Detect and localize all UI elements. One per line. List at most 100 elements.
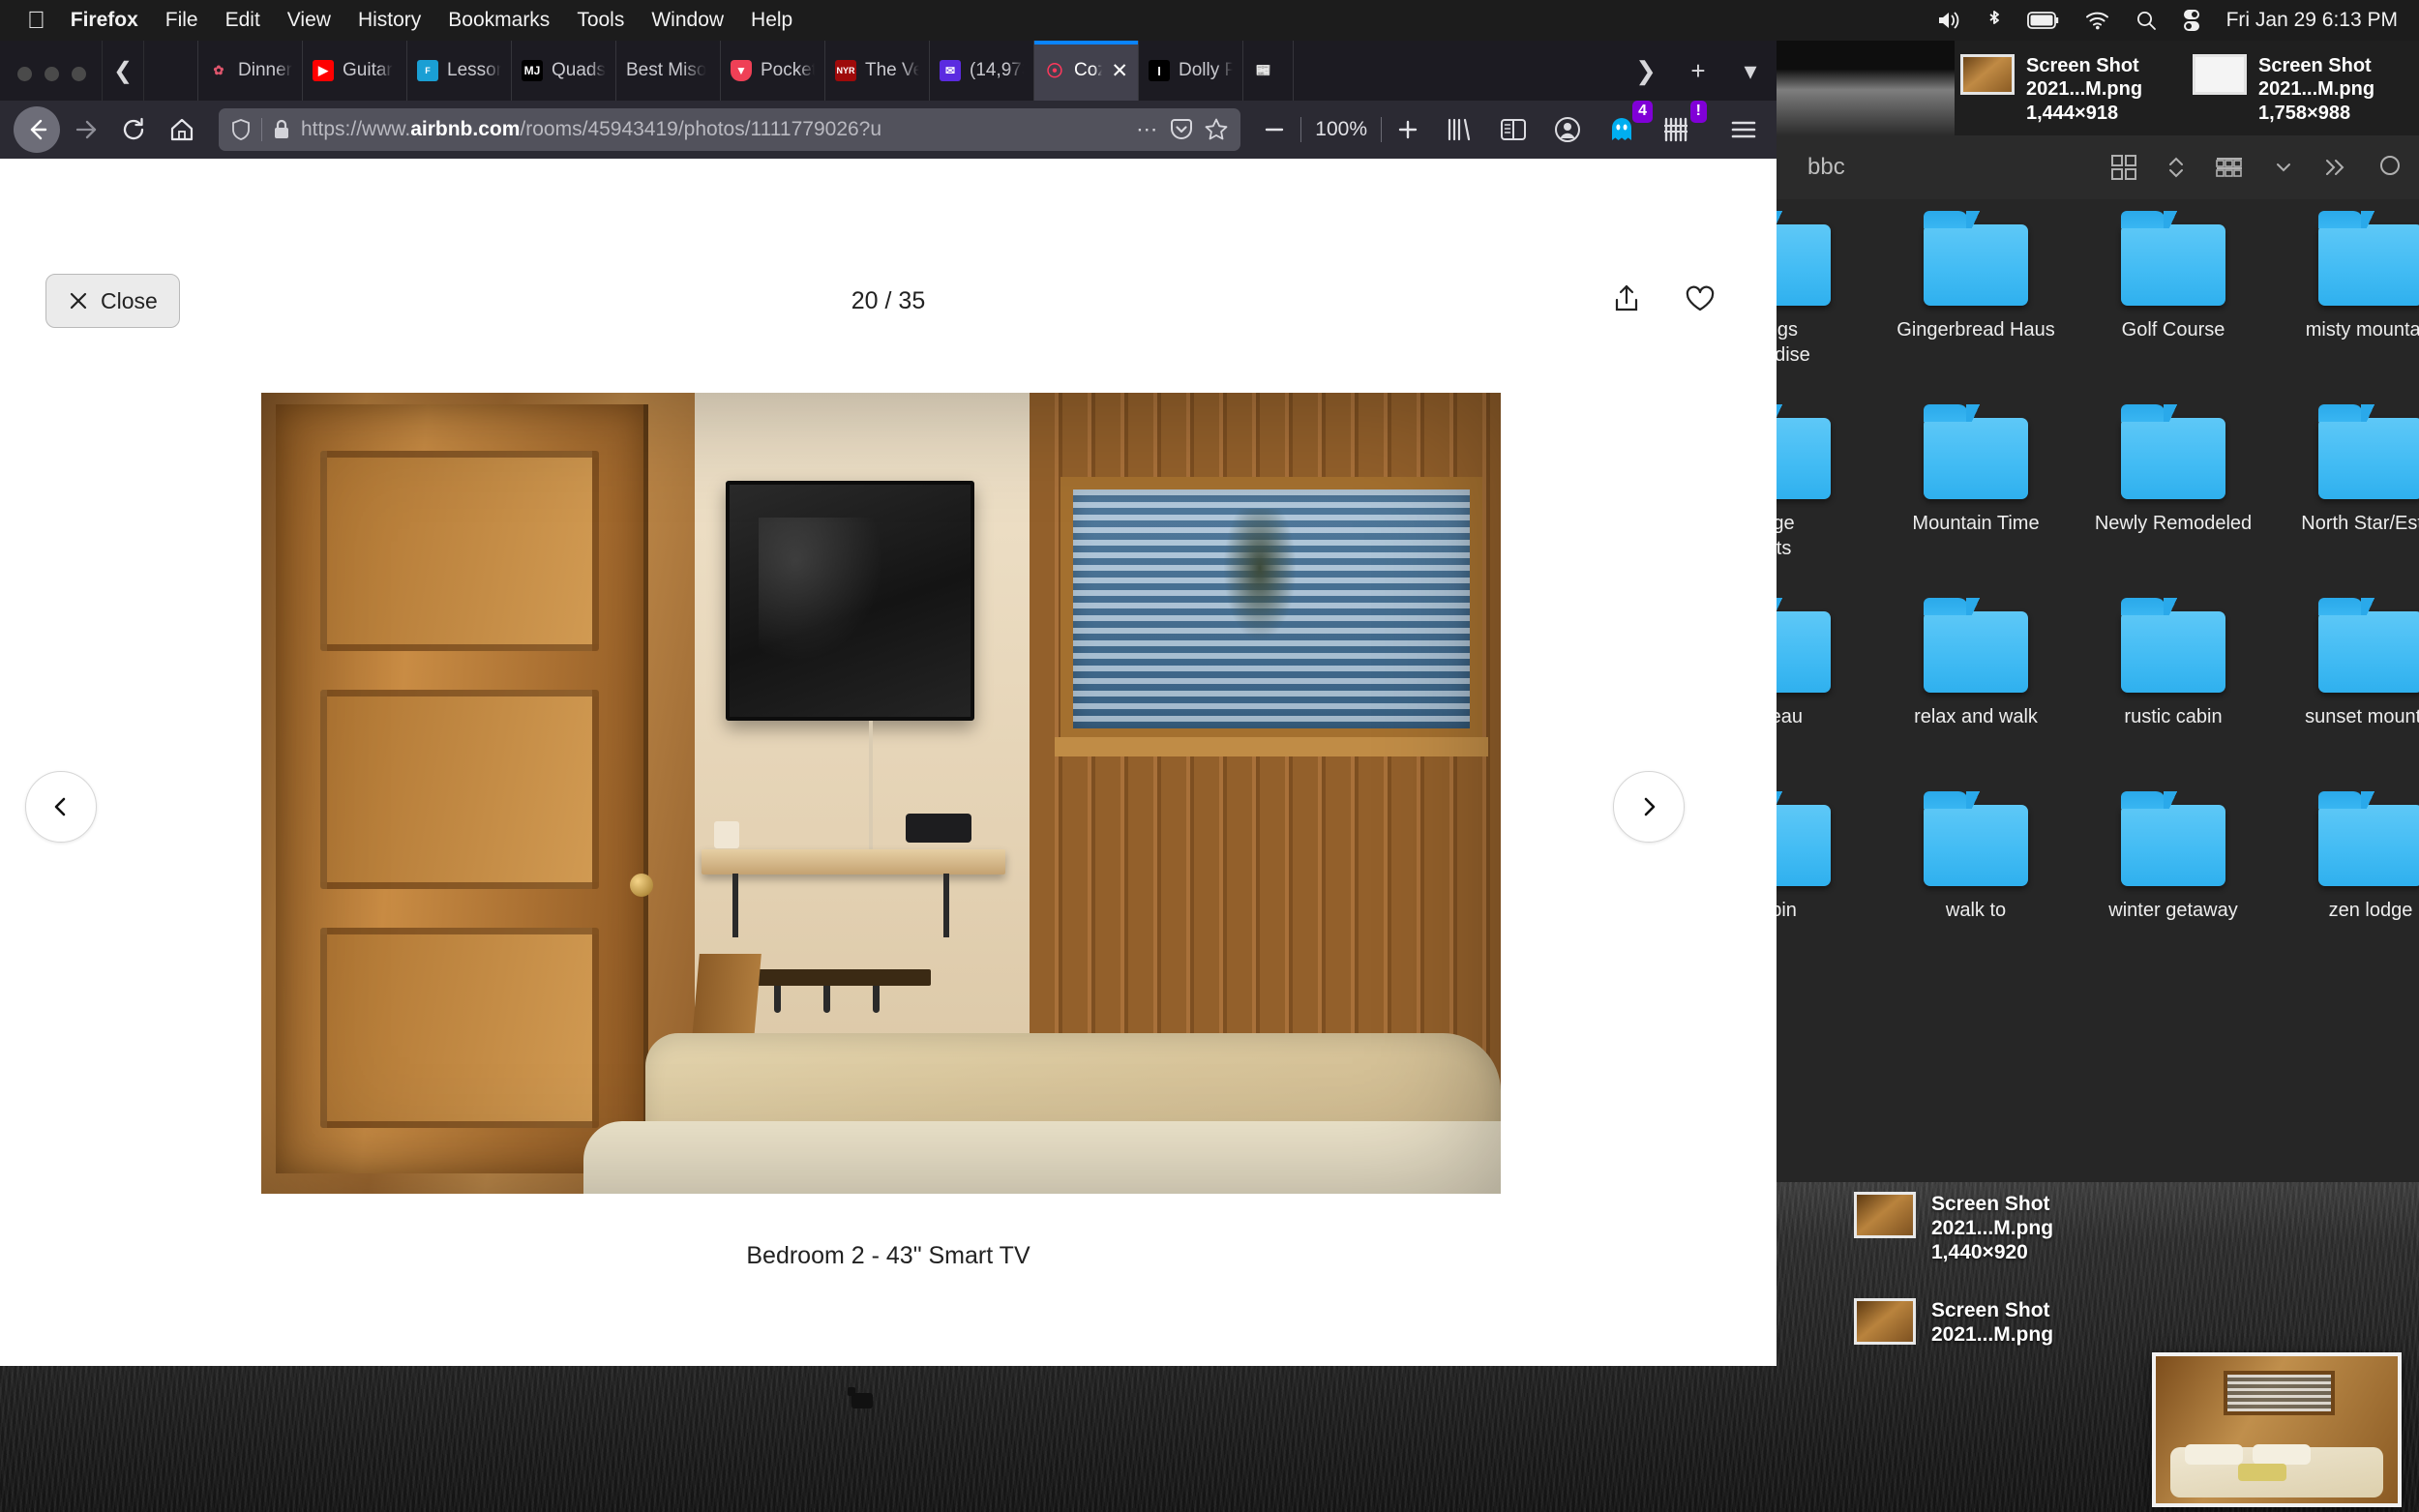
menu-item-history[interactable]: History — [358, 9, 421, 32]
folder-item[interactable]: relax and walk — [1877, 598, 2075, 805]
forward-arrow-icon[interactable] — [62, 106, 108, 153]
search-icon[interactable] — [2135, 10, 2157, 31]
scroll-tabs-right-button[interactable]: ❯ — [1620, 41, 1672, 101]
finder-window[interactable]: Screen Shot 2021...M.png 1,444×918 Scree… — [1777, 41, 2419, 1182]
next-photo-button[interactable] — [1613, 771, 1685, 843]
ghostery-icon[interactable]: 4 — [1602, 101, 1653, 149]
shield-icon[interactable] — [230, 118, 252, 141]
folder-item[interactable]: dge ats — [1777, 404, 1877, 611]
finder-file-item[interactable]: Screen Shot 2021...M.png 1,444×918 — [1960, 54, 2142, 125]
browser-tab-quads[interactable]: MJ Quads — [512, 41, 616, 101]
search-icon[interactable] — [2378, 154, 2405, 181]
heart-icon[interactable] — [1682, 281, 1718, 317]
finder-icon-grid: Digs aradise Gingerbread Haus Golf Cours… — [1777, 199, 2419, 1182]
window-traffic-lights[interactable] — [0, 67, 102, 101]
previous-photo-button[interactable] — [25, 771, 97, 843]
volume-icon[interactable] — [1936, 10, 1961, 31]
reload-icon[interactable] — [110, 106, 157, 153]
chevron-down-icon[interactable] — [2274, 158, 2293, 177]
menu-item-help[interactable]: Help — [751, 9, 792, 32]
folder-item[interactable]: walk to — [1877, 791, 2075, 998]
folder-item[interactable]: Digs aradise — [1777, 211, 1877, 418]
browser-tab-lesson[interactable]: F Lesson — [407, 41, 512, 101]
menu-item-edit[interactable]: Edit — [225, 9, 260, 32]
zoom-level-label[interactable]: 100% — [1315, 118, 1367, 141]
folder-item[interactable]: North Star/Ester — [2272, 404, 2419, 611]
folder-item[interactable]: Gingerbread Haus — [1877, 211, 2075, 418]
ellipsis-icon[interactable]: ⋯ — [1136, 117, 1159, 142]
address-bar[interactable]: https://www.airbnb.com/rooms/45943419/ph… — [219, 108, 1241, 151]
folder-item[interactable]: rustic cabin — [2075, 598, 2272, 805]
folder-item[interactable]: Golf Course — [2075, 211, 2272, 418]
folder-item[interactable]: winter getaway — [2075, 791, 2272, 998]
scroll-tabs-left-button[interactable]: ❮ — [102, 41, 144, 101]
extension-icon[interactable]: ! — [1657, 101, 1707, 149]
folder-item[interactable]: Mountain Time — [1877, 404, 2075, 611]
home-icon[interactable] — [159, 106, 205, 153]
browser-tab-airbnb-active[interactable]: ☉ Coz ✕ — [1034, 41, 1139, 101]
close-tab-icon[interactable]: ✕ — [1111, 59, 1128, 83]
browser-tab-partial[interactable]: 📰 — [1243, 41, 1294, 101]
more-chevrons-icon[interactable] — [2322, 156, 2349, 179]
tab-label: Pocket — [761, 60, 815, 80]
desktop-file-item[interactable]: Screen Shot 2021...M.png 1,440×920 — [1854, 1192, 2053, 1265]
new-tab-button[interactable]: + — [1672, 41, 1724, 101]
folder-item[interactable]: Newly Remodeled — [2075, 404, 2272, 611]
finder-file-item[interactable]: Screen Shot 2021...M.png 1,758×988 — [2193, 54, 2374, 125]
bluetooth-icon[interactable] — [1986, 9, 2002, 32]
sort-chevrons-icon[interactable] — [2167, 153, 2185, 182]
share-icon[interactable] — [1608, 281, 1645, 317]
zoom-out-icon[interactable] — [1262, 117, 1287, 142]
file-thumbnail — [1960, 54, 2015, 95]
url-text[interactable]: https://www.airbnb.com/rooms/45943419/ph… — [301, 118, 1126, 141]
grid-view-icon[interactable] — [2109, 153, 2138, 182]
menu-item-bookmarks[interactable]: Bookmarks — [448, 9, 550, 32]
firefox-window[interactable]: ❮ ✿ Dinner ▶ Guitar F Lesson MJ Quads Be… — [0, 41, 1777, 1366]
wifi-icon[interactable] — [2085, 11, 2110, 30]
battery-icon[interactable] — [2026, 11, 2060, 30]
list-all-tabs-button[interactable]: ▾ — [1724, 41, 1777, 101]
folder-item[interactable]: zen lodge — [2272, 791, 2419, 998]
folder-item[interactable]: ateau — [1777, 598, 1877, 805]
control-center-icon[interactable] — [2182, 9, 2201, 32]
account-icon[interactable] — [1548, 110, 1587, 149]
zoom-window-button[interactable] — [72, 67, 86, 81]
menu-item-file[interactable]: File — [165, 9, 198, 32]
folder-label: Golf Course — [2121, 319, 2225, 341]
desktop-file-item[interactable]: Screen Shot 2021...M.png — [1854, 1298, 2053, 1347]
library-icon[interactable] — [1440, 110, 1478, 149]
folder-icon — [1777, 404, 1831, 499]
zoom-controls: 100% — [1254, 117, 1428, 142]
browser-tab-dinner[interactable]: ✿ Dinner — [198, 41, 303, 101]
star-icon[interactable] — [1204, 117, 1229, 142]
folder-label: walk to — [1945, 900, 2007, 921]
menu-item-tools[interactable]: Tools — [577, 9, 624, 32]
menu-item-window[interactable]: Window — [651, 9, 724, 32]
image-preview-thumbnail[interactable] — [2152, 1352, 2402, 1507]
folder-item[interactable]: abin — [1777, 791, 1877, 998]
listing-photo[interactable] — [261, 393, 1501, 1194]
menu-item-view[interactable]: View — [287, 9, 331, 32]
browser-tab-the-verge[interactable]: NYR The Ve — [825, 41, 930, 101]
apple-logo-icon[interactable]:  — [27, 8, 45, 33]
minimize-window-button[interactable] — [45, 67, 59, 81]
close-window-button[interactable] — [17, 67, 32, 81]
group-view-icon[interactable] — [2214, 153, 2245, 182]
folder-item[interactable]: misty mountain — [2272, 211, 2419, 418]
back-arrow-icon[interactable] — [14, 106, 60, 153]
browser-tab-partial[interactable] — [144, 41, 198, 101]
sidebar-icon[interactable] — [1494, 110, 1533, 149]
hamburger-menu-icon[interactable] — [1724, 110, 1763, 149]
browser-tab-mail[interactable]: ✉ (14,973 — [930, 41, 1034, 101]
menu-item-firefox[interactable]: Firefox — [71, 9, 138, 32]
lock-icon[interactable] — [272, 118, 291, 141]
browser-tab-dolly[interactable]: I Dolly P — [1139, 41, 1243, 101]
finder-grid-row: abin walk to winter getaway zen lodge — [1777, 791, 2419, 998]
browser-tab-best-miso[interactable]: Best Miso — [616, 41, 721, 101]
browser-tab-guitar[interactable]: ▶ Guitar — [303, 41, 407, 101]
browser-tab-pocket[interactable]: ▼ Pocket — [721, 41, 825, 101]
pocket-save-icon[interactable] — [1169, 117, 1194, 142]
zoom-in-icon[interactable] — [1395, 117, 1420, 142]
menu-bar-clock[interactable]: Fri Jan 29 6:13 PM — [2226, 9, 2398, 32]
folder-item[interactable]: sunset mountai — [2272, 598, 2419, 805]
